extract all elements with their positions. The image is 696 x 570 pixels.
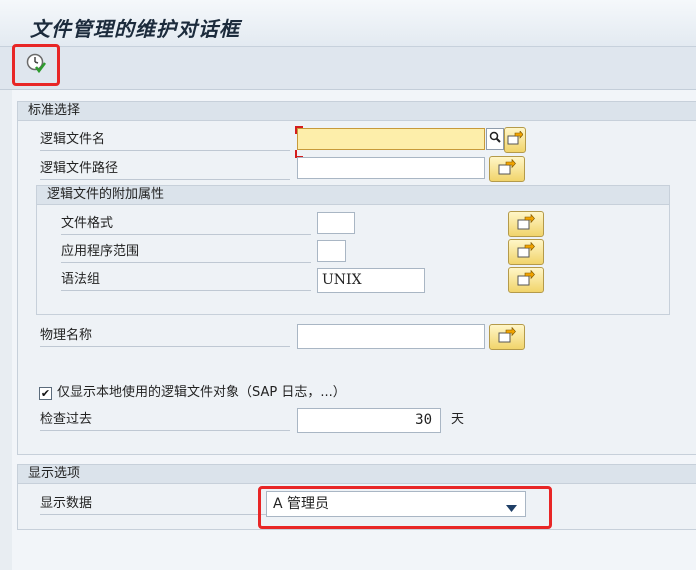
local-only-label: 仅显示本地使用的逻辑文件对象（SAP 日志，...） — [57, 385, 346, 400]
folder-arrow-icon — [517, 213, 535, 234]
application-area-nav-button[interactable] — [508, 239, 544, 265]
check-past-label: 检查过去 — [40, 410, 290, 431]
display-options-header: 显示选项 — [18, 465, 696, 484]
folder-arrow-icon — [498, 326, 516, 347]
clock-check-icon — [25, 52, 47, 78]
highlight-box — [258, 486, 552, 529]
search-help-button[interactable] — [486, 128, 504, 150]
physical-name-label: 物理名称 — [40, 326, 290, 347]
physical-name-input[interactable] — [297, 324, 485, 349]
required-marker — [295, 126, 303, 134]
search-icon — [489, 131, 501, 147]
logical-file-path-input[interactable] — [297, 157, 485, 179]
additional-attributes-header: 逻辑文件的附加属性 — [37, 186, 669, 205]
folder-arrow-icon — [517, 241, 535, 262]
logical-file-path-label: 逻辑文件路径 — [40, 159, 290, 180]
syntax-group-input[interactable]: UNIX — [317, 268, 425, 293]
file-format-label: 文件格式 — [61, 214, 311, 235]
syntax-group-nav-button[interactable] — [508, 267, 544, 293]
check-past-input[interactable]: 30 — [297, 408, 441, 433]
application-area-label: 应用程序范围 — [61, 242, 311, 263]
logical-file-name-label: 逻辑文件名 — [40, 130, 290, 151]
physical-name-nav-button[interactable] — [489, 324, 525, 350]
file-format-input[interactable] — [317, 212, 355, 234]
logical-file-path-nav-button[interactable] — [489, 156, 525, 182]
application-toolbar — [0, 47, 696, 90]
local-only-checkbox[interactable]: ✔ — [39, 387, 52, 400]
logical-file-name-input[interactable] — [297, 128, 485, 150]
file-format-nav-button[interactable] — [508, 211, 544, 237]
check-past-unit: 天 — [451, 412, 465, 427]
execute-button[interactable] — [12, 44, 60, 86]
folder-arrow-icon — [517, 269, 535, 290]
left-margin — [0, 90, 12, 570]
standard-selection-header: 标准选择 — [18, 102, 696, 121]
syntax-group-label: 语法组 — [61, 270, 311, 291]
application-area-input[interactable] — [317, 240, 346, 262]
folder-arrow-icon — [498, 158, 516, 179]
logical-file-name-nav-button[interactable] — [504, 127, 526, 153]
display-data-label: 显示数据 — [40, 494, 270, 515]
title-bar: 文件管理的维护对话框 — [0, 0, 696, 47]
folder-arrow-icon — [507, 130, 524, 149]
window-title: 文件管理的维护对话框 — [30, 17, 240, 41]
